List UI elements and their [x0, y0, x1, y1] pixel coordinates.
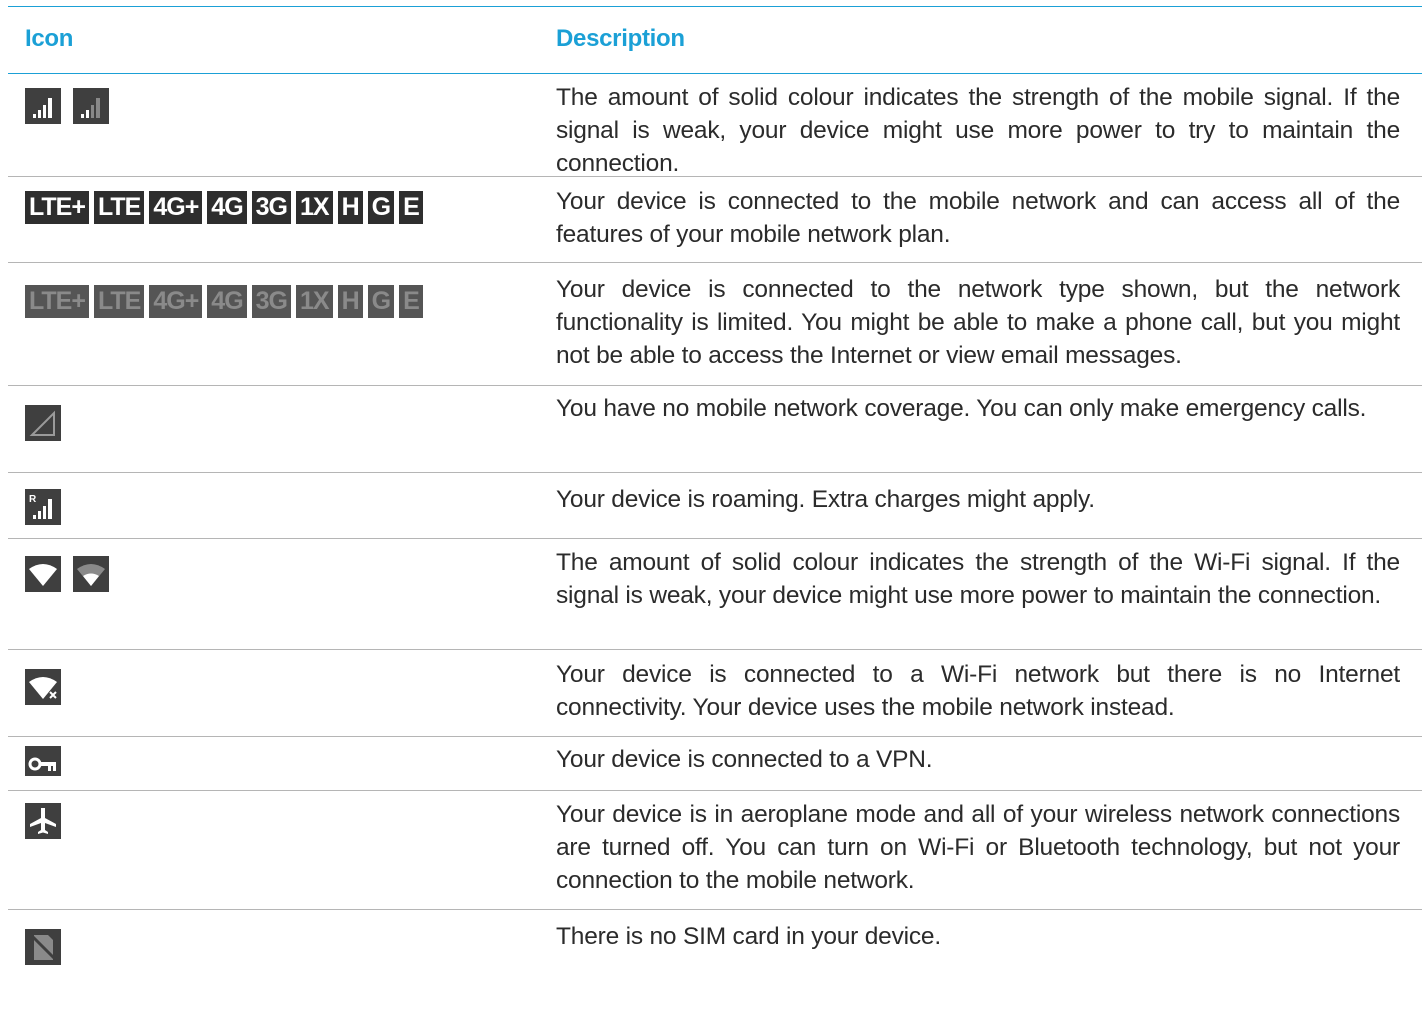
network-type-badges: LTE+ LTE 4G+ 4G 3G 1X H G E — [25, 191, 423, 224]
vpn-key-icon — [25, 746, 61, 776]
signal-full-icon — [25, 88, 61, 124]
h-icon: H — [337, 191, 363, 224]
row-description: Your device is connected to the network … — [556, 276, 1400, 369]
network-type-limited-badges: LTE+ LTE 4G+ 4G 3G 1X H G E — [25, 285, 423, 318]
icon-table: Icon Description The amount of solid col… — [8, 6, 1422, 970]
row-description: Your device is connected to a VPN. — [556, 746, 933, 773]
airplane-icon — [25, 803, 61, 839]
row-description: Your device is roaming. Extra charges mi… — [556, 486, 1095, 513]
4g-icon: 4G — [207, 285, 247, 318]
table-header: Icon Description — [8, 7, 1422, 74]
row-description: Your device is connected to a Wi-Fi netw… — [556, 661, 1400, 721]
header-description: Description — [556, 25, 685, 52]
table-row: Your device is connected to a VPN. — [8, 737, 1422, 791]
row-description: Your device is connected to the mobile n… — [556, 188, 1400, 248]
signal-partial-icon — [73, 88, 109, 124]
e-icon: E — [399, 285, 423, 318]
no-sim-icon — [25, 929, 61, 965]
no-signal-icon — [25, 405, 61, 441]
g-icon: G — [367, 285, 395, 318]
h-icon: H — [337, 285, 363, 318]
row-description: There is no SIM card in your device. — [556, 923, 941, 950]
row-description: The amount of solid colour indicates the… — [556, 84, 1400, 177]
lte-plus-icon: LTE+ — [25, 191, 89, 224]
1x-icon: 1X — [296, 191, 333, 224]
table-row: LTE+ LTE 4G+ 4G 3G 1X H G E Your device … — [8, 177, 1422, 263]
e-icon: E — [399, 191, 423, 224]
g-icon: G — [367, 191, 395, 224]
table-row: Your device is connected to a Wi-Fi netw… — [8, 650, 1422, 737]
wifi-full-icon — [25, 556, 61, 592]
row-description: Your device is in aeroplane mode and all… — [556, 801, 1400, 894]
table-row: LTE+ LTE 4G+ 4G 3G 1X H G E Your device … — [8, 263, 1422, 386]
row-description: The amount of solid colour indicates the… — [556, 549, 1400, 609]
4g-plus-icon: 4G+ — [149, 191, 203, 224]
row-description: You have no mobile network coverage. You… — [556, 395, 1367, 422]
table-row: R Your device is roaming. Extra charges … — [8, 473, 1422, 539]
wifi-partial-icon — [73, 556, 109, 592]
4g-plus-icon: 4G+ — [149, 285, 203, 318]
table-row: The amount of solid colour indicates the… — [8, 539, 1422, 650]
3g-icon: 3G — [251, 285, 292, 318]
lte-plus-icon: LTE+ — [25, 285, 89, 318]
wifi-no-internet-icon — [25, 669, 61, 705]
table-row: You have no mobile network coverage. You… — [8, 386, 1422, 473]
table-row: Your device is in aeroplane mode and all… — [8, 791, 1422, 910]
header-icon: Icon — [25, 25, 74, 52]
table-row: The amount of solid colour indicates the… — [8, 74, 1422, 177]
1x-icon: 1X — [296, 285, 333, 318]
3g-icon: 3G — [251, 191, 292, 224]
lte-icon: LTE — [93, 285, 145, 318]
lte-icon: LTE — [93, 191, 145, 224]
roaming-label: R — [29, 494, 37, 505]
roaming-icon: R — [25, 489, 61, 525]
table-row: There is no SIM card in your device. — [8, 910, 1422, 970]
4g-icon: 4G — [207, 191, 247, 224]
